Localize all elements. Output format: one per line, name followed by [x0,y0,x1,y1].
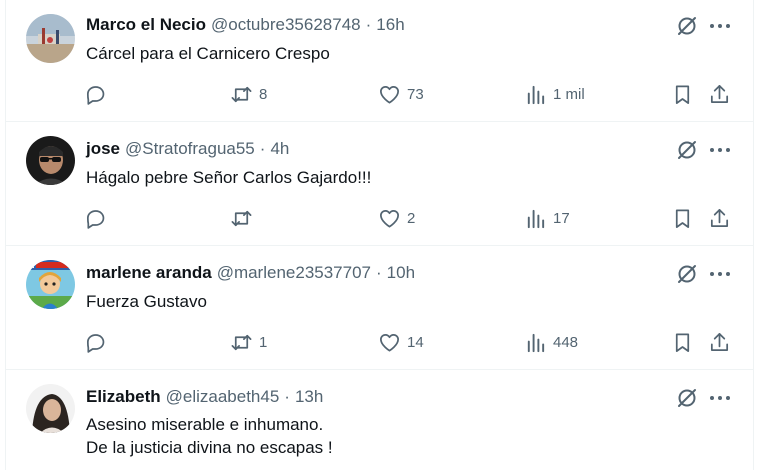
reply-button[interactable] [84,205,113,231]
retweet-icon [231,334,252,350]
like-button[interactable]: 73 [378,81,424,107]
tweet-text-line: Cárcel para el Carnicero Crespo [86,44,330,63]
views-icon [527,333,545,352]
bookmark-button[interactable] [671,329,694,355]
retweet-count: 1 [259,333,268,351]
reply-button[interactable] [84,81,113,107]
display-name[interactable]: jose [86,139,120,159]
views-icon [527,85,545,104]
like-button[interactable]: 14 [378,329,424,355]
tweet-header: Marco el Necio @octubre35628748 · 16h [86,14,405,36]
like-count: 14 [407,333,424,351]
views-count: 17 [553,209,570,227]
share-icon [710,84,729,103]
share-icon [710,332,729,351]
tweet-header: marlene aranda @marlene23537707 · 10h [86,262,415,284]
share-icon [710,208,729,227]
user-handle[interactable]: @Stratofragua55 [125,139,255,159]
retweet-icon [231,86,252,102]
like-button[interactable]: 2 [378,205,415,231]
views-icon [527,209,545,228]
bookmark-button[interactable] [671,205,694,231]
tweet-text-line: De la justicia divina no escapas ! [86,438,333,457]
grok-icon[interactable] [675,138,699,162]
share-button[interactable] [708,81,731,107]
user-handle[interactable]: @elizaabeth45 [166,387,280,407]
more-icon[interactable] [707,138,733,162]
retweet-button[interactable]: 1 [230,329,267,355]
retweet-icon [231,210,252,226]
reply-tweet[interactable]: jose @Stratofragua55 · 4h Hágalo pebre S… [6,122,753,246]
timestamp[interactable]: 4h [270,139,289,159]
retweet-button[interactable] [230,205,259,231]
action-bar: 8 73 1 mil [84,81,744,107]
tweet-text: Asesino miserable e inhumano. De la just… [86,413,333,459]
retweet-button[interactable]: 8 [230,81,267,107]
views-button[interactable]: 1 mil [524,81,585,107]
reply-tweet[interactable]: Marco el Necio @octubre35628748 · 16h Cá… [6,0,753,122]
tweet-text-line: Fuerza Gustavo [86,292,207,311]
tweet-text-line: Hágalo pebre Señor Carlos Gajardo!!! [86,168,372,187]
tweet-header: Elizabeth @elizaabeth45 · 13h [86,386,323,408]
avatar[interactable] [26,260,75,309]
views-button[interactable]: 448 [524,329,578,355]
avatar[interactable] [26,384,75,433]
views-count: 1 mil [553,85,585,103]
separator-dot: · [376,263,382,282]
separator-dot: · [259,139,266,158]
separator-dot: · [365,15,372,34]
reply-button[interactable] [84,329,113,355]
grok-icon[interactable] [675,386,699,410]
action-bar: 2 17 [84,205,744,231]
display-name[interactable]: marlene aranda [86,263,212,283]
reply-tweet[interactable]: marlene aranda @marlene23537707 · 10h Fu… [6,246,753,370]
grok-icon[interactable] [675,262,699,286]
share-button[interactable] [708,329,731,355]
reply-feed: Marco el Necio @octubre35628748 · 16h Cá… [0,0,784,470]
separator-dot: · [284,387,290,406]
share-button[interactable] [708,205,731,231]
retweet-count: 8 [259,85,268,103]
feed-border-right [753,0,754,470]
avatar[interactable] [26,14,75,63]
bookmark-icon [675,208,690,228]
views-button[interactable]: 17 [524,205,570,231]
reply-icon [86,85,105,105]
more-icon[interactable] [707,386,733,410]
reply-icon [86,333,105,353]
heart-icon [380,209,399,228]
tweet-header: jose @Stratofragua55 · 4h [86,138,289,160]
heart-icon [380,85,399,104]
timestamp[interactable]: 13h [295,387,323,407]
action-bar: 1 14 448 [84,329,744,355]
timestamp[interactable]: 16h [376,15,404,35]
heart-icon [380,333,399,352]
display-name[interactable]: Elizabeth [86,387,161,407]
like-count: 73 [407,85,424,103]
grok-icon[interactable] [675,14,699,38]
timestamp[interactable]: 10h [387,263,415,283]
user-handle[interactable]: @octubre35628748 [211,15,361,35]
reply-tweet[interactable]: Elizabeth @elizaabeth45 · 13h Asesino mi… [6,370,753,470]
bookmark-icon [675,332,690,352]
reply-icon [86,209,105,229]
more-icon[interactable] [707,14,733,38]
tweet-text-line: Asesino miserable e inhumano. [86,415,324,434]
more-icon[interactable] [707,262,733,286]
tweet-text: Fuerza Gustavo [86,290,207,313]
bookmark-button[interactable] [671,81,694,107]
tweet-text: Hágalo pebre Señor Carlos Gajardo!!! [86,166,371,189]
avatar[interactable] [26,136,75,185]
views-count: 448 [553,333,579,351]
display-name[interactable]: Marco el Necio [86,15,206,35]
tweet-text: Cárcel para el Carnicero Crespo [86,42,330,65]
like-count: 2 [407,209,416,227]
bookmark-icon [675,84,690,104]
user-handle[interactable]: @marlene23537707 [217,263,371,283]
